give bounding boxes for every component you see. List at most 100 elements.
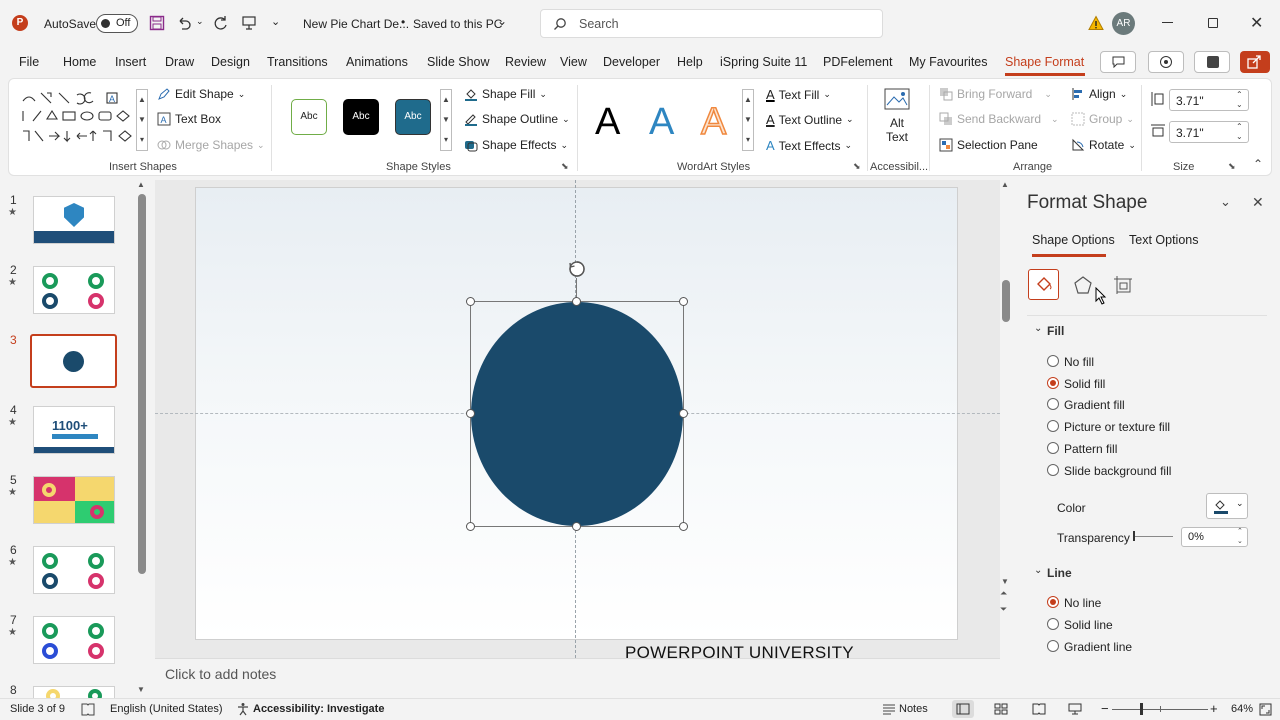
tab-ispring[interactable]: iSpring Suite 11: [720, 55, 807, 69]
alt-text-button[interactable]: Alt Text: [875, 87, 919, 153]
text-outline-button[interactable]: A Text Outline ⌄: [766, 112, 854, 127]
resize-handle-bottom-left[interactable]: [466, 522, 475, 531]
thumbnail-scrollbar[interactable]: [138, 194, 146, 574]
no-fill-radio[interactable]: [1047, 355, 1059, 367]
canvas-scroll-down-icon[interactable]: ▼: [1001, 577, 1009, 586]
tab-shape-format[interactable]: Shape Format: [1005, 55, 1084, 69]
solid-line-radio[interactable]: [1047, 618, 1059, 630]
slide-thumbnail-7[interactable]: [33, 616, 115, 664]
next-slide-icon[interactable]: ⏷: [1000, 604, 1007, 615]
warning-icon[interactable]: [1088, 15, 1104, 31]
save-status[interactable]: Saved to this PC: [413, 17, 502, 31]
panel-scrollbar[interactable]: [1267, 316, 1273, 656]
tab-review[interactable]: Review: [505, 55, 546, 69]
present-icon[interactable]: [241, 15, 257, 31]
spinner-icon[interactable]: ⌃ ⌄: [1236, 122, 1243, 142]
shape-style-2[interactable]: Abc: [343, 99, 379, 135]
resize-handle-bottom-right[interactable]: [679, 522, 688, 531]
tab-developer[interactable]: Developer: [603, 55, 660, 69]
close-panel-icon[interactable]: ✕: [1252, 194, 1264, 211]
line-collapse-icon[interactable]: ⌄: [1034, 565, 1042, 576]
share-button[interactable]: [1240, 51, 1270, 73]
shapes-gallery-scroll[interactable]: ▲ ▼ ▾: [136, 89, 148, 151]
slide-thumbnail-8[interactable]: [33, 686, 115, 698]
send-backward-button[interactable]: Send Backward ⌄: [939, 112, 1059, 126]
tab-transitions[interactable]: Transitions: [267, 55, 328, 69]
tab-file[interactable]: File: [19, 55, 39, 69]
shape-style-1[interactable]: Abc: [291, 99, 327, 135]
zoom-slider[interactable]: [1112, 703, 1208, 715]
accessibility-icon[interactable]: [236, 702, 250, 716]
tab-pdfelement[interactable]: PDFelement: [823, 55, 892, 69]
customize-toolbar-icon[interactable]: ⌄: [271, 15, 280, 28]
text-box-button[interactable]: A Text Box: [157, 112, 221, 126]
slide-background-fill-radio[interactable]: [1047, 464, 1059, 476]
line-header[interactable]: Line: [1047, 566, 1072, 580]
fill-line-tab[interactable]: [1028, 269, 1059, 300]
slide-thumbnail-4[interactable]: 1100+: [33, 406, 115, 454]
solid-fill-label[interactable]: Solid fill: [1064, 377, 1105, 391]
canvas-scroll-up-icon[interactable]: ▲: [1001, 180, 1009, 189]
align-button[interactable]: Align ⌄: [1071, 87, 1127, 101]
resize-handle-top-right[interactable]: [679, 297, 688, 306]
notes-toggle[interactable]: Notes: [899, 703, 928, 715]
resize-handle-left[interactable]: [466, 409, 475, 418]
spinner-icon[interactable]: ⌃ ⌄: [1237, 527, 1243, 547]
picture-texture-fill-label[interactable]: Picture or texture fill: [1064, 420, 1170, 434]
no-line-label[interactable]: No line: [1064, 596, 1101, 610]
shape-fill-button[interactable]: Shape Fill ⌄: [464, 87, 547, 101]
bring-forward-button[interactable]: Bring Forward ⌄: [939, 87, 1052, 101]
solid-line-label[interactable]: Solid line: [1064, 618, 1113, 632]
previous-slide-icon[interactable]: ⏶: [1000, 588, 1007, 599]
title-dropdown-icon[interactable]: ⌄: [497, 14, 507, 28]
shape-style-3[interactable]: Abc: [395, 99, 431, 135]
tab-draw[interactable]: Draw: [165, 55, 194, 69]
redo-icon[interactable]: [213, 15, 229, 31]
teams-button[interactable]: [1194, 51, 1230, 73]
transparency-input[interactable]: 0% ⌃ ⌄: [1181, 527, 1248, 547]
size-properties-icon[interactable]: [1113, 275, 1133, 295]
panel-options-chevron-icon[interactable]: ⌄: [1220, 194, 1231, 210]
tab-view[interactable]: View: [560, 55, 587, 69]
slide-thumbnail-3[interactable]: [30, 334, 117, 388]
shape-effects-button[interactable]: Shape Effects ⌄: [464, 138, 568, 152]
wordart-scroll[interactable]: ▲ ▼ ▾: [742, 89, 754, 151]
resize-handle-top[interactable]: [572, 297, 581, 306]
zoom-in-icon[interactable]: +: [1210, 701, 1218, 716]
no-fill-label[interactable]: No fill: [1064, 355, 1094, 369]
text-fill-button[interactable]: A Text Fill ⌄: [766, 87, 831, 102]
autosave-toggle[interactable]: Off: [96, 14, 138, 33]
undo-dropdown-icon[interactable]: ⌄: [196, 16, 204, 27]
slide-background-fill-label[interactable]: Slide background fill: [1064, 464, 1171, 478]
tab-animations[interactable]: Animations: [346, 55, 408, 69]
reading-view-icon[interactable]: [1032, 703, 1046, 715]
user-avatar[interactable]: AR: [1112, 12, 1135, 35]
spinner-icon[interactable]: ⌃ ⌄: [1236, 90, 1243, 110]
slideshow-icon[interactable]: [1068, 703, 1082, 715]
no-line-radio[interactable]: [1047, 596, 1059, 608]
zoom-slider-thumb[interactable]: [1140, 703, 1143, 715]
tab-slide-show[interactable]: Slide Show: [427, 55, 490, 69]
rotate-button[interactable]: Rotate ⌄: [1071, 138, 1136, 152]
slide-sorter-icon[interactable]: [994, 703, 1008, 715]
fill-color-picker[interactable]: ⌄: [1206, 493, 1248, 519]
pentagon-effects-icon[interactable]: [1073, 275, 1093, 295]
dialog-launcher-icon[interactable]: ⬊: [561, 161, 569, 172]
gradient-line-radio[interactable]: [1047, 640, 1059, 652]
transparency-slider-thumb[interactable]: [1133, 531, 1135, 541]
zoom-level[interactable]: 64%: [1231, 703, 1253, 715]
accessibility-status[interactable]: Accessibility: Investigate: [253, 703, 384, 715]
edit-shape-button[interactable]: Edit Shape ⌄: [157, 87, 245, 101]
wordart-style-blue[interactable]: A: [649, 101, 674, 144]
tab-design[interactable]: Design: [211, 55, 250, 69]
notes-icon[interactable]: [882, 704, 896, 715]
transparency-slider[interactable]: [1133, 531, 1173, 541]
shapes-gallery-icon[interactable]: A: [21, 91, 145, 149]
tab-text-options[interactable]: Text Options: [1129, 233, 1198, 247]
slide-thumbnail-6[interactable]: [33, 546, 115, 594]
collapse-ribbon-icon[interactable]: ⌃: [1253, 157, 1263, 171]
tab-help[interactable]: Help: [677, 55, 703, 69]
tab-home[interactable]: Home: [63, 55, 96, 69]
dialog-launcher-icon[interactable]: ⬊: [853, 161, 861, 172]
gradient-fill-label[interactable]: Gradient fill: [1064, 398, 1125, 412]
